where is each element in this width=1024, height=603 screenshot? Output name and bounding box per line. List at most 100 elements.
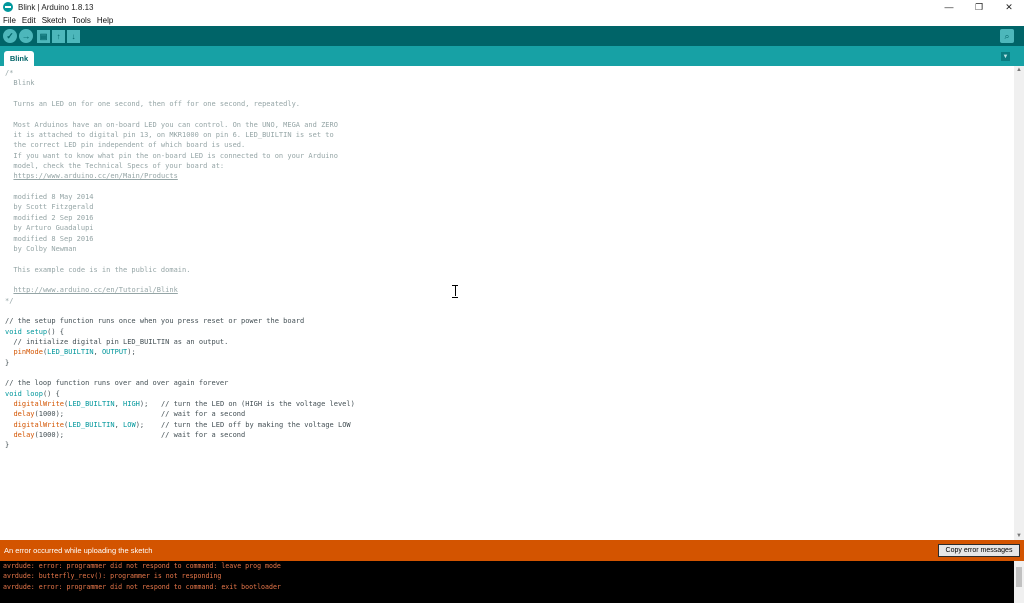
toolbar: ✓ → ▤ ↑ ↓ ⌕ <box>0 26 1024 46</box>
code-token: , <box>114 420 124 429</box>
arrow-up-icon: ↑ <box>56 31 61 41</box>
title-bar: Blink | Arduino 1.8.13 — ❐ ✕ <box>0 0 1024 14</box>
code-token: the correct LED pin independent of which… <box>5 141 246 150</box>
code-token: void <box>5 389 22 398</box>
code-token: loop <box>26 389 43 398</box>
close-button[interactable]: ✕ <box>994 0 1024 14</box>
magnifier-icon: ⌕ <box>1004 30 1010 41</box>
code-token: ); // turn the LED on (HIGH is the volta… <box>139 400 355 408</box>
new-sketch-button[interactable]: ▤ <box>37 29 50 43</box>
console-line: avrdude: butterfly_recv(): programmer is… <box>3 572 222 581</box>
code-line: it is attached to digital pin 13, on MKR… <box>5 130 1005 140</box>
window-controls: — ❐ ✕ <box>934 0 1024 14</box>
code-line: If you want to know what pin the on-boar… <box>5 151 1005 161</box>
code-token: by Arturo Guadalupi <box>5 224 94 233</box>
code-token: ); // turn the LED off by making the vol… <box>135 420 351 429</box>
code-token: modified 8 May 2014 <box>5 193 94 202</box>
code-token: /* <box>5 69 14 77</box>
code-line: by Scott Fitzgerald <box>5 202 1005 212</box>
tab-menu-button[interactable]: ▼ <box>1001 52 1010 61</box>
open-sketch-button[interactable]: ↑ <box>52 29 65 43</box>
code-link[interactable]: http://www.arduino.cc/en/Tutorial/Blink <box>13 286 177 294</box>
console-scrollbar[interactable] <box>1014 561 1024 603</box>
code-line: } <box>5 440 1005 450</box>
new-file-icon: ▤ <box>39 31 48 41</box>
code-line: delay(1000); // wait for a second <box>5 409 1005 419</box>
check-icon: ✓ <box>6 30 14 41</box>
console-scroll-thumb[interactable] <box>1016 567 1022 587</box>
code-token: If you want to know what pin the on-boar… <box>5 151 338 160</box>
console-output[interactable]: avrdude: error: programmer did not respo… <box>0 561 1024 603</box>
menu-help[interactable]: Help <box>97 16 113 25</box>
code-link[interactable]: https://www.arduino.cc/en/Main/Products <box>13 172 177 180</box>
save-sketch-button[interactable]: ↓ <box>67 29 80 43</box>
code-token: ); <box>127 348 136 357</box>
code-token: digitalWrite <box>13 400 65 408</box>
code-token: // the setup function runs once when you… <box>5 317 305 326</box>
code-line: by Colby Newman <box>5 244 1005 254</box>
verify-button[interactable]: ✓ <box>3 29 17 43</box>
arduino-logo-icon <box>3 2 13 12</box>
code-token: (1000); // wait for a second <box>34 410 246 419</box>
code-token: setup <box>26 327 48 336</box>
arrow-right-icon: → <box>21 31 31 41</box>
menu-tools[interactable]: Tools <box>72 16 91 25</box>
code-token: LOW <box>123 420 136 429</box>
code-line: // the setup function runs once when you… <box>5 316 1005 326</box>
code-token: // the loop function runs over and over … <box>5 379 229 388</box>
code-line: by Arturo Guadalupi <box>5 223 1005 233</box>
menu-file[interactable]: File <box>3 16 16 25</box>
console-line: avrdude: error: programmer did not respo… <box>3 582 281 591</box>
minimize-button[interactable]: — <box>934 0 964 14</box>
code-line: Blink <box>5 78 1005 88</box>
code-token: Most Arduinos have an on-board LED you c… <box>5 120 338 129</box>
editor-scrollbar[interactable]: ▲ ▼ <box>1014 66 1024 540</box>
code-token: OUTPUT <box>101 348 128 357</box>
tab-blink[interactable]: Blink <box>4 51 34 66</box>
chevron-down-icon: ▼ <box>1002 53 1009 60</box>
menu-edit[interactable]: Edit <box>22 16 36 25</box>
code-token: } <box>5 441 10 450</box>
restore-button[interactable]: ❐ <box>964 0 994 14</box>
code-token: pinMode <box>13 348 43 357</box>
code-area[interactable]: /* Blink Turns an LED on for one second,… <box>5 68 1005 451</box>
window-title: Blink | Arduino 1.8.13 <box>18 2 94 12</box>
code-token: void <box>5 327 22 336</box>
console-line: avrdude: error: programmer did not respo… <box>3 562 281 570</box>
code-token: LED_BUILTIN <box>47 348 94 357</box>
serial-monitor-button[interactable]: ⌕ <box>1000 29 1014 43</box>
code-token: modified 2 Sep 2016 <box>5 213 94 222</box>
code-token: Turns an LED on for one second, then off… <box>5 100 301 109</box>
code-line: delay(1000); // wait for a second <box>5 430 1005 440</box>
code-line: // the loop function runs over and over … <box>5 378 1005 388</box>
code-editor[interactable]: /* Blink Turns an LED on for one second,… <box>0 66 1024 540</box>
code-line: void loop() { <box>5 389 1005 399</box>
code-line: modified 2 Sep 2016 <box>5 213 1005 223</box>
code-token: delay <box>13 431 35 440</box>
scroll-down-icon[interactable]: ▼ <box>1016 533 1022 539</box>
code-line: Turns an LED on for one second, then off… <box>5 99 1005 109</box>
code-token: // initialize digital pin LED_BUILTIN as… <box>5 337 229 346</box>
tab-bar: Blink ▼ <box>0 46 1024 66</box>
code-line: digitalWrite(LED_BUILTIN, HIGH); // turn… <box>5 399 1005 409</box>
arrow-down-icon: ↓ <box>71 31 76 41</box>
copy-error-messages-button[interactable]: Copy error messages <box>938 544 1020 557</box>
menu-sketch[interactable]: Sketch <box>42 16 66 25</box>
code-line: digitalWrite(LED_BUILTIN, LOW); // turn … <box>5 420 1005 430</box>
code-line: modified 8 Sep 2016 <box>5 234 1005 244</box>
code-token: (1000); // wait for a second <box>34 431 246 440</box>
upload-button[interactable]: → <box>19 29 33 43</box>
code-token: Blink <box>5 79 35 88</box>
code-token: LED_BUILTIN <box>68 420 115 429</box>
code-line: void setup() { <box>5 327 1005 337</box>
code-line: // initialize digital pin LED_BUILTIN as… <box>5 337 1005 347</box>
code-token: , <box>93 348 102 357</box>
code-line: the correct LED pin independent of which… <box>5 140 1005 150</box>
scroll-up-icon[interactable]: ▲ <box>1016 67 1022 73</box>
code-line: http://www.arduino.cc/en/Tutorial/Blink <box>5 285 1005 295</box>
